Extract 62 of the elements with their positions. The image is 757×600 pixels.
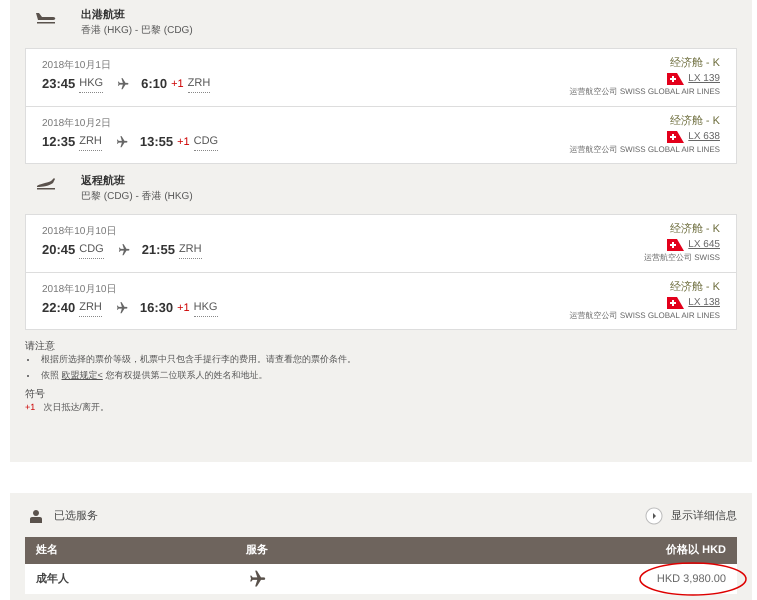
operating-airline: 运营航空公司 SWISS GLOBAL AIR LINES [570,86,720,98]
plane-landing-icon [35,178,57,190]
flight-number-link[interactable]: LX 138 [688,295,720,310]
flight-date: 2018年10月2日 [42,117,112,131]
notice-title: 请注意 [25,340,56,353]
plane-takeoff-icon [35,12,57,24]
arrival-time: 21:55 [142,241,175,259]
column-header: 服务 [246,542,269,558]
arrival-time: 13:55 [140,133,174,151]
cabin-class: 经济舱 - K [670,56,720,71]
services-title: 已选服务 [54,508,98,524]
cabin-class: 经济舱 - K [670,280,720,295]
cabin-class: 经济舱 - K [670,222,720,237]
person-icon [30,510,42,522]
next-day-symbol: +1 [25,401,36,414]
airport-code: ZRH [79,133,102,150]
legend-title: 符号 [25,388,46,401]
passenger-type: 成年人 [36,572,70,587]
airport-code: CDG [194,133,218,150]
show-details-button[interactable]: 显示详细信息 [645,507,737,525]
flight-number-link[interactable]: LX 638 [688,129,720,144]
airport-code: HKG [194,299,218,316]
swiss-tail-icon [667,130,684,142]
airport-code: ZRH [188,75,210,92]
next-day-mark: +1 [171,76,184,92]
flight-date: 2018年10月10日 [42,225,118,239]
notice-text: 根据所选择的票价等级，机票中只包含手提行李的费用。请查看您的票价条件。 [41,353,356,366]
journey-title: 返程航班 [81,174,126,188]
swiss-tail-icon [667,296,684,308]
column-header: 价格以 HKD [664,542,726,558]
swiss-tail-icon [667,72,684,84]
airport-code: CDG [79,241,104,258]
operating-airline: 运营航空公司 SWISS GLOBAL AIR LINES [570,310,720,322]
airport-code: HKG [79,75,104,92]
play-circle-icon [645,507,663,525]
cabin-class: 经济舱 - K [670,114,720,129]
legend-text: 次日抵达/离开。 [43,401,109,414]
airport-code: ZRH [178,241,202,258]
journey-route: 香港 (HKG) - 巴黎 (CDG) [81,24,193,38]
plane-icon [115,76,130,91]
journey-title: 出港航班 [81,8,126,22]
operating-airline: 运营航空公司 SWISS [644,252,720,264]
price-text: HKD 3,980.00 [656,572,726,587]
next-day-mark: +1 [177,134,190,150]
next-day-mark: +1 [177,300,190,316]
operating-airline: 运营航空公司 SWISS GLOBAL AIR LINES [570,144,720,156]
departure-time: 23:45 [42,75,76,93]
eu-rules-link[interactable]: 欧盟规定< [62,370,103,380]
flight-date: 2018年10月1日 [42,59,112,73]
departure-time: 20:45 [42,241,76,259]
notice-text: 依照 欧盟规定< 您有权提供第二位联系人的姓名和地址。 [41,369,268,382]
arrival-time: 16:30 [140,299,174,317]
journey-route: 巴黎 (CDG) - 香港 (HKG) [81,190,193,204]
flight-number-link[interactable]: LX 139 [688,71,720,86]
departure-time: 22:40 [42,299,76,317]
flight-number-link[interactable]: LX 645 [688,237,720,252]
arrival-time: 6:10 [141,75,168,93]
swiss-tail-icon [667,238,684,250]
airport-code: ZRH [79,299,102,316]
flight-date: 2018年10月10日 [42,283,118,297]
column-header: 姓名 [36,542,59,558]
departure-time: 12:35 [42,133,76,151]
